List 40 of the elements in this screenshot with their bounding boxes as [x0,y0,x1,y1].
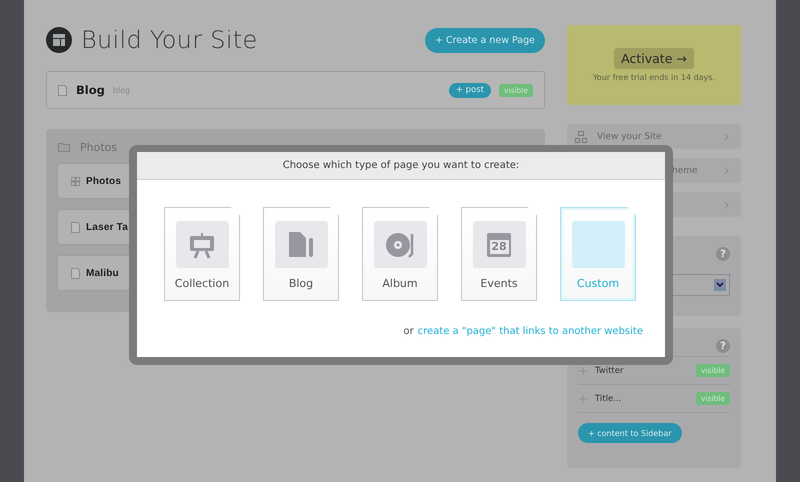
type-label: Events [480,277,518,290]
footer-text: or [403,326,414,337]
link-label: View your Site [597,132,662,142]
type-label: Custom [576,277,620,290]
page-name: Photos [86,176,122,186]
page-name: Blog [76,83,105,97]
type-label: Collection [174,277,230,290]
folder-icon [58,142,70,152]
page-type-card[interactable]: Collection [164,207,240,301]
document-icon [58,84,67,96]
move-icon [579,394,587,402]
document-icon [71,222,80,232]
create-page-button[interactable]: + Create a new Page [424,28,545,52]
move-icon [579,366,587,374]
document-icon [71,268,80,278]
layout-icon [46,27,72,53]
link-label: heme [672,166,698,176]
page-type-card[interactable]: 28 Events [461,207,537,301]
dialog-title: Choose which type of page you want to create: [282,160,520,171]
page-type-card[interactable]: Album [362,207,438,301]
page-type-card[interactable]: Blog [263,207,339,301]
add-post-button[interactable]: + post [448,82,492,98]
folder-name: Photos [80,140,118,154]
trial-note: Your free trial ends in 14 days. [592,73,716,82]
type-label: Album [382,277,418,290]
item-name: Title... [595,394,622,404]
add-content-button[interactable]: + content to Sidebar [578,423,682,443]
type-label: Blog [288,277,314,290]
calendar-icon: 28 [487,232,511,256]
chevron-icon [724,200,729,208]
sitemap-icon [575,130,587,142]
document-icon [286,230,316,260]
chevron-icon [724,132,729,140]
item-name: Twitter [595,366,624,376]
page-name: Laser Ta [86,222,128,232]
chevron-icon [724,166,729,174]
page-title: Build Your Site [81,26,258,54]
activate-button[interactable]: Activate → [614,48,694,69]
grid-icon [71,176,80,186]
page-name: Malibu [86,268,119,278]
